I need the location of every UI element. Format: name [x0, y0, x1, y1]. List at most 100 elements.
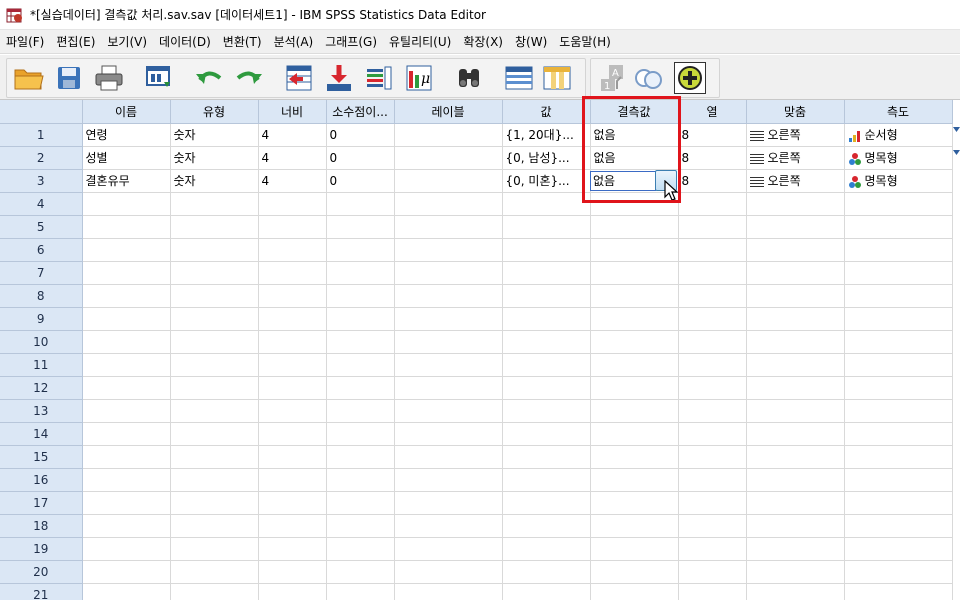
cell-type[interactable]: 숫자: [170, 169, 259, 193]
empty-cell[interactable]: [678, 514, 747, 538]
dialog-recall-icon[interactable]: [142, 61, 176, 95]
empty-cell[interactable]: [170, 399, 259, 423]
cell-align[interactable]: 오른쪽: [746, 169, 845, 193]
empty-cell[interactable]: [844, 192, 953, 216]
empty-cell[interactable]: [326, 376, 395, 400]
empty-cell[interactable]: [82, 261, 171, 285]
empty-cell[interactable]: [394, 583, 503, 600]
split-file-icon[interactable]: A1: [596, 61, 630, 95]
empty-cell[interactable]: [590, 238, 679, 262]
value-labels-icon[interactable]: [632, 61, 666, 95]
empty-cell[interactable]: [678, 376, 747, 400]
empty-cell[interactable]: [844, 537, 953, 561]
menu-view[interactable]: 보기(V): [101, 30, 153, 54]
menu-extensions[interactable]: 확장(X): [457, 30, 509, 54]
empty-cell[interactable]: [82, 468, 171, 492]
empty-cell[interactable]: [746, 215, 845, 239]
empty-cell[interactable]: [844, 560, 953, 584]
insert-variable-icon[interactable]: [540, 61, 574, 95]
empty-cell[interactable]: [678, 284, 747, 308]
empty-cell[interactable]: [82, 215, 171, 239]
empty-cell[interactable]: [678, 353, 747, 377]
empty-cell[interactable]: [258, 284, 327, 308]
empty-cell[interactable]: [746, 583, 845, 600]
empty-cell[interactable]: [746, 307, 845, 331]
empty-cell[interactable]: [678, 399, 747, 423]
empty-cell[interactable]: [394, 422, 503, 446]
empty-cell[interactable]: [326, 330, 395, 354]
empty-cell[interactable]: [170, 468, 259, 492]
empty-cell[interactable]: [326, 284, 395, 308]
empty-cell[interactable]: [326, 192, 395, 216]
empty-cell[interactable]: [844, 307, 953, 331]
cell-width[interactable]: 4: [258, 146, 327, 170]
empty-cell[interactable]: [590, 560, 679, 584]
print-icon[interactable]: [92, 61, 126, 95]
col-header-width[interactable]: 너비: [258, 100, 327, 124]
empty-cell[interactable]: [326, 307, 395, 331]
empty-cell[interactable]: [394, 376, 503, 400]
row-number[interactable]: 5: [0, 215, 83, 239]
empty-cell[interactable]: [590, 376, 679, 400]
col-header-align[interactable]: 맞춤: [746, 100, 845, 124]
empty-cell[interactable]: [326, 491, 395, 515]
row-number[interactable]: 20: [0, 560, 83, 584]
cell-columns[interactable]: 8: [678, 123, 747, 147]
empty-cell[interactable]: [590, 445, 679, 469]
empty-cell[interactable]: [678, 261, 747, 285]
empty-cell[interactable]: [394, 307, 503, 331]
empty-cell[interactable]: [844, 399, 953, 423]
col-header-type[interactable]: 유형: [170, 100, 259, 124]
empty-cell[interactable]: [326, 537, 395, 561]
empty-cell[interactable]: [746, 399, 845, 423]
empty-cell[interactable]: [258, 468, 327, 492]
goto-case-icon[interactable]: [282, 61, 316, 95]
cell-label[interactable]: [394, 146, 503, 170]
row-number[interactable]: 17: [0, 491, 83, 515]
empty-cell[interactable]: [170, 284, 259, 308]
use-variable-sets-icon[interactable]: [674, 62, 706, 94]
empty-cell[interactable]: [502, 238, 591, 262]
empty-cell[interactable]: [502, 261, 591, 285]
cell-decimals[interactable]: 0: [326, 123, 395, 147]
cell-missing[interactable]: 없음: [590, 123, 679, 147]
empty-cell[interactable]: [82, 376, 171, 400]
empty-cell[interactable]: [746, 445, 845, 469]
empty-cell[interactable]: [590, 330, 679, 354]
cell-type[interactable]: 숫자: [170, 123, 259, 147]
row-number[interactable]: 2: [0, 146, 83, 170]
cell-name[interactable]: 연령: [82, 123, 171, 147]
empty-cell[interactable]: [844, 238, 953, 262]
empty-cell[interactable]: [746, 422, 845, 446]
empty-cell[interactable]: [746, 560, 845, 584]
empty-cell[interactable]: [170, 514, 259, 538]
empty-cell[interactable]: [258, 307, 327, 331]
empty-cell[interactable]: [502, 468, 591, 492]
empty-cell[interactable]: [678, 445, 747, 469]
empty-cell[interactable]: [258, 399, 327, 423]
cell-values[interactable]: {1, 20대}...: [502, 123, 591, 147]
empty-cell[interactable]: [844, 445, 953, 469]
empty-cell[interactable]: [170, 261, 259, 285]
empty-cell[interactable]: [258, 376, 327, 400]
empty-cell[interactable]: [82, 514, 171, 538]
empty-cell[interactable]: [258, 491, 327, 515]
menu-analyze[interactable]: 분석(A): [268, 30, 320, 54]
redo-icon[interactable]: [232, 61, 266, 95]
empty-cell[interactable]: [82, 537, 171, 561]
cell-align[interactable]: 오른쪽: [746, 123, 845, 147]
empty-cell[interactable]: [502, 307, 591, 331]
cell-decimals[interactable]: 0: [326, 146, 395, 170]
col-header-values[interactable]: 값: [502, 100, 591, 124]
empty-cell[interactable]: [394, 353, 503, 377]
empty-cell[interactable]: [258, 330, 327, 354]
empty-cell[interactable]: [258, 445, 327, 469]
empty-cell[interactable]: [678, 422, 747, 446]
empty-cell[interactable]: [82, 445, 171, 469]
empty-cell[interactable]: [678, 307, 747, 331]
empty-cell[interactable]: [326, 261, 395, 285]
empty-cell[interactable]: [326, 422, 395, 446]
empty-cell[interactable]: [844, 330, 953, 354]
empty-cell[interactable]: [502, 445, 591, 469]
col-header-decimals[interactable]: 소수점이...: [326, 100, 395, 124]
